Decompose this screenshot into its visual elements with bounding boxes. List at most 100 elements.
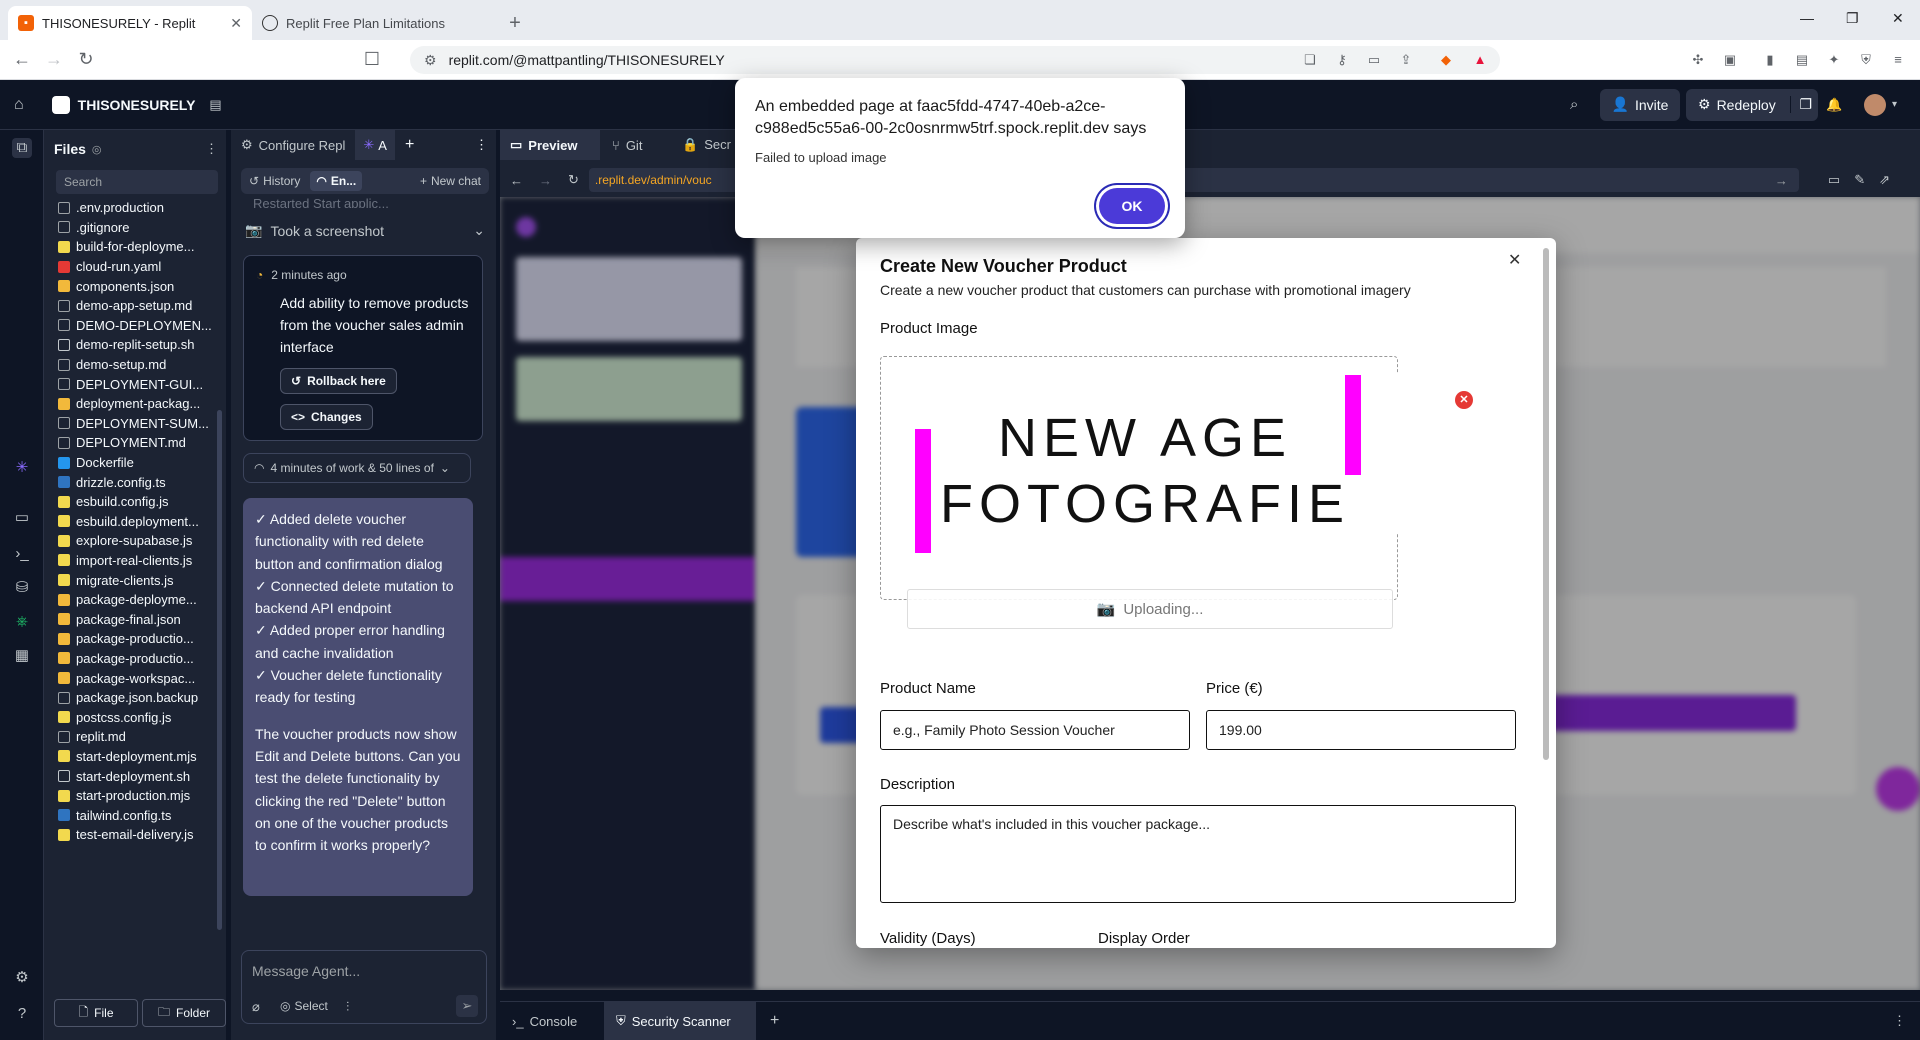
file-item[interactable]: Dockerfile — [44, 453, 214, 473]
tab-configure-repl[interactable]: ⚙ Configure Repl — [231, 137, 355, 153]
brave-shield-icon[interactable]: ◆ — [1438, 52, 1454, 68]
file-item[interactable]: package-deployme... — [44, 590, 214, 610]
brave-rewards-icon[interactable]: ▲ — [1472, 52, 1488, 68]
search-icon[interactable]: ⌕ — [1570, 96, 1578, 113]
file-item[interactable]: DEPLOYMENT.md — [44, 433, 214, 453]
redeploy-button[interactable]: ⚙ Redeploy ❐ — [1686, 88, 1818, 121]
product-name-input[interactable]: e.g., Family Photo Session Voucher — [880, 710, 1190, 750]
new-chat-button[interactable]: + New chat — [420, 174, 481, 188]
devtools-icon[interactable]: ▭ — [1828, 172, 1840, 188]
attach-icon[interactable]: ⌀ — [252, 999, 260, 1015]
file-item[interactable]: build-for-deployme... — [44, 237, 214, 257]
files-scrollbar[interactable] — [217, 410, 222, 930]
add-tool-tab-icon[interactable]: + — [770, 1012, 779, 1030]
integrations-icon[interactable]: ⎈ — [12, 612, 32, 632]
cast-icon[interactable]: ▭ — [1366, 52, 1382, 68]
tab-agent[interactable]: ✳ A — [355, 130, 395, 160]
close-tab-icon[interactable]: ✕ — [230, 15, 242, 32]
invite-button[interactable]: 👤 Invite — [1600, 88, 1680, 121]
tab-search-icon[interactable]: ▣ — [1722, 52, 1738, 68]
open-arrow-icon[interactable]: → — [1775, 173, 1788, 188]
file-item[interactable]: demo-replit-setup.sh — [44, 335, 214, 355]
history-button[interactable]: ↺ History — [249, 174, 300, 188]
file-tree-icon[interactable]: ⧉ — [12, 138, 32, 158]
file-item[interactable]: test-email-delivery.js — [44, 825, 214, 845]
key-icon[interactable]: ⚷ — [1334, 52, 1350, 68]
file-item[interactable]: esbuild.config.js — [44, 492, 214, 512]
browser-tab-chatgpt[interactable]: Replit Free Plan Limitations — [252, 6, 500, 40]
environment-button[interactable]: ◠ En... — [310, 171, 363, 191]
preview-forward-icon[interactable]: → — [539, 173, 552, 188]
send-icon[interactable]: ➢ — [456, 995, 478, 1017]
file-item[interactable]: package.json.backup — [44, 688, 214, 708]
vpn-icon[interactable]: ⛨ — [1858, 52, 1874, 68]
inspect-icon[interactable]: ✎ — [1854, 172, 1865, 188]
database-icon[interactable]: ⛁ — [12, 578, 32, 598]
screenshot-row[interactable]: 📷 Took a screenshot ⌄ — [245, 222, 485, 239]
project-name[interactable]: THISONESURELY — [78, 97, 196, 113]
bottom-menu-icon[interactable]: ⋮ — [1893, 1013, 1906, 1029]
changes-button[interactable]: <> Changes — [280, 404, 373, 430]
work-summary[interactable]: ◠ 4 minutes of work & 50 lines of ⌄ — [243, 453, 471, 483]
help-icon[interactable]: ? — [12, 1004, 32, 1024]
sidebar-icon[interactable]: ▮ — [1762, 52, 1778, 68]
file-item[interactable]: DEPLOYMENT-GUI... — [44, 374, 214, 394]
tab-console[interactable]: ›_ Console — [500, 1014, 604, 1029]
all-tools-icon[interactable]: ▦ — [12, 646, 32, 666]
external-link-icon[interactable]: ⇗ — [1879, 172, 1890, 188]
file-item[interactable]: explore-supabase.js — [44, 531, 214, 551]
site-info-icon[interactable]: ⚙ — [424, 52, 437, 69]
deployments-icon[interactable]: ❐ — [1790, 96, 1812, 113]
file-item[interactable]: import-real-clients.js — [44, 551, 214, 571]
file-item[interactable]: drizzle.config.ts — [44, 472, 214, 492]
tab-git[interactable]: ⑂ Git — [600, 138, 670, 153]
preview-reload-icon[interactable]: ↻ — [568, 172, 579, 188]
agent-input[interactable]: Message Agent... ⌀ ◎ Select ⫶ ➢ — [241, 950, 487, 1024]
file-item[interactable]: demo-setup.md — [44, 355, 214, 375]
share-icon[interactable]: ⇪ — [1398, 52, 1414, 68]
notifications-icon[interactable]: 🔔 — [1826, 97, 1842, 113]
file-item[interactable]: demo-app-setup.md — [44, 296, 214, 316]
new-file-button[interactable]: 🗋 File — [54, 999, 138, 1027]
remove-image-button[interactable]: ✕ — [1455, 391, 1473, 409]
file-item[interactable]: postcss.config.js — [44, 707, 214, 727]
files-menu-icon[interactable]: ⋮ — [205, 141, 218, 157]
tab-security-scanner[interactable]: ⛨ Security Scanner — [604, 1002, 756, 1040]
file-item[interactable]: package-final.json — [44, 609, 214, 629]
rollback-button[interactable]: ↺ Rollback here — [280, 368, 397, 394]
file-item[interactable]: .gitignore — [44, 218, 214, 238]
modal-close-icon[interactable]: ✕ — [1508, 250, 1521, 270]
browser-tab-replit[interactable]: ▪ THISONESURELY - Replit ✕ — [8, 6, 252, 40]
bookmark-icon[interactable]: ☐ — [356, 49, 388, 70]
file-item[interactable]: DEMO-DEPLOYMEN... — [44, 316, 214, 336]
file-item[interactable]: esbuild.deployment... — [44, 512, 214, 532]
file-item[interactable]: start-deployment.sh — [44, 766, 214, 786]
extensions-icon[interactable]: ✣ — [1690, 52, 1706, 68]
reload-icon[interactable]: ↻ — [70, 49, 102, 70]
file-item[interactable]: package-productio... — [44, 649, 214, 669]
file-item[interactable]: components.json — [44, 276, 214, 296]
back-icon[interactable]: ← — [6, 49, 38, 70]
file-search-input[interactable]: Search — [56, 170, 218, 194]
menu-icon[interactable]: ≡ — [1890, 52, 1906, 68]
webview-icon[interactable]: ▭ — [12, 508, 32, 528]
price-input[interactable]: 199.00 — [1206, 710, 1516, 750]
settings-gear-icon[interactable]: ⚙ — [12, 968, 32, 988]
forward-icon[interactable]: → — [38, 49, 70, 70]
file-item[interactable]: migrate-clients.js — [44, 570, 214, 590]
window-close-icon[interactable]: ✕ — [1892, 10, 1904, 27]
copy-icon[interactable]: ❏ — [1302, 52, 1318, 68]
file-item[interactable]: .env.production — [44, 198, 214, 218]
modal-scrollbar[interactable] — [1543, 248, 1549, 760]
home-icon[interactable]: ⌂ — [14, 96, 24, 114]
select-button[interactable]: ◎ Select — [280, 999, 328, 1013]
sliders-icon[interactable]: ⫶ — [346, 999, 349, 1015]
file-item[interactable]: DEPLOYMENT-SUM... — [44, 414, 214, 434]
user-avatar[interactable] — [1864, 93, 1886, 116]
file-item[interactable]: replit.md — [44, 727, 214, 747]
restore-icon[interactable]: ❐ — [1846, 10, 1859, 27]
preview-back-icon[interactable]: ← — [510, 173, 523, 188]
new-folder-button[interactable]: 🗀 Folder — [142, 999, 226, 1027]
file-item[interactable]: package-productio... — [44, 629, 214, 649]
file-item[interactable]: start-production.mjs — [44, 786, 214, 806]
